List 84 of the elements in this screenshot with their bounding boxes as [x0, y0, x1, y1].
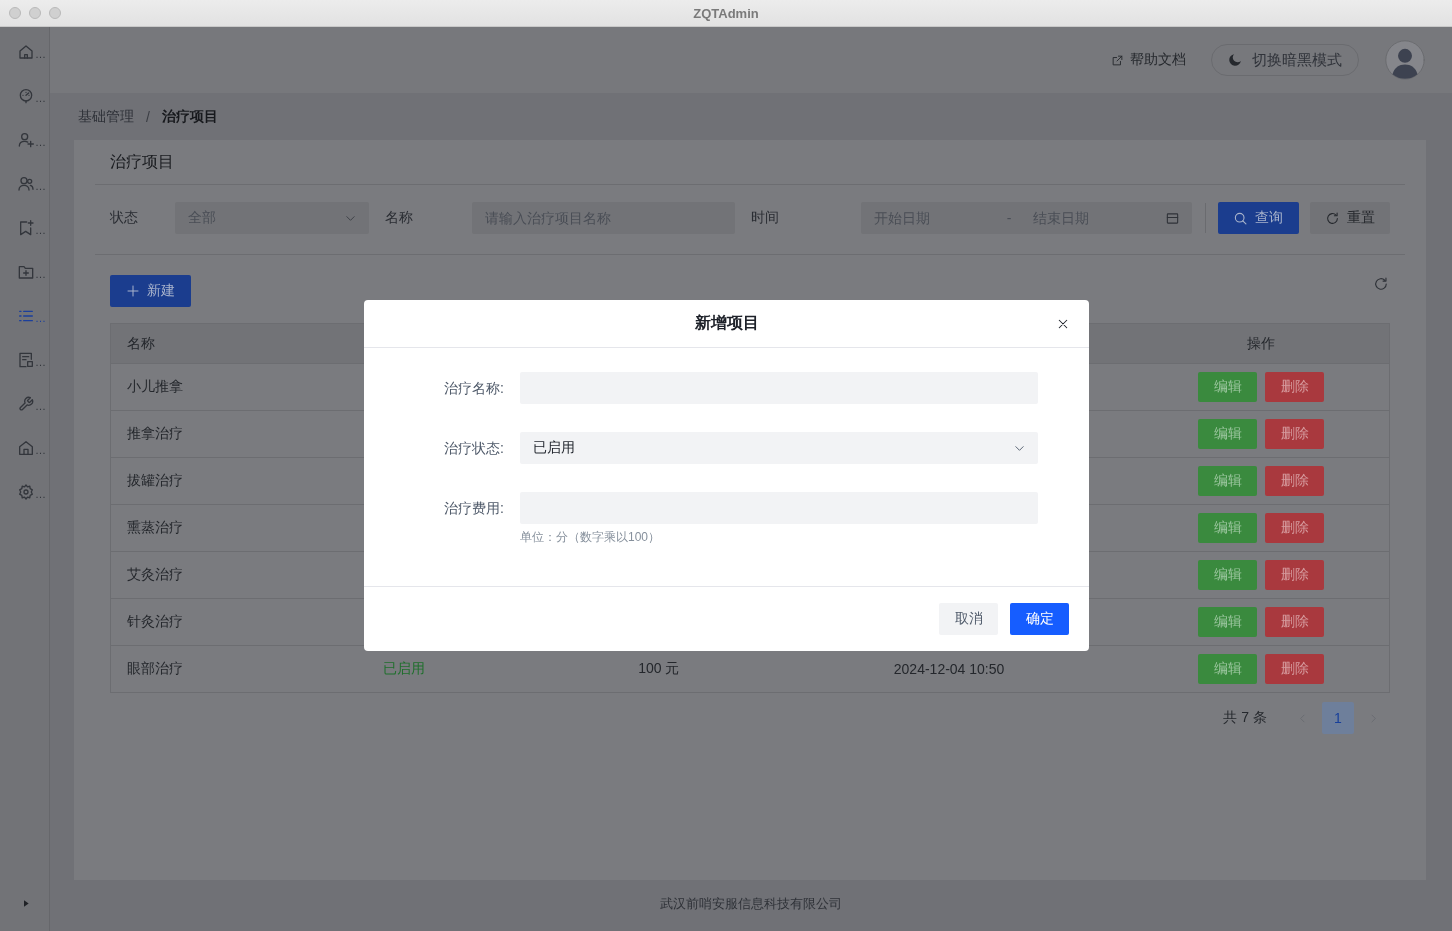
- external-link-icon: [1112, 54, 1123, 66]
- sidebar-item[interactable]: …: [0, 470, 49, 514]
- sidebar-item[interactable]: …: [0, 162, 49, 206]
- table-cell: 2024-12-04 10:50: [893, 661, 1005, 677]
- table-cell: 小儿推拿: [127, 378, 183, 396]
- delete-button[interactable]: 删除: [1265, 419, 1325, 449]
- calendar-icon[interactable]: [1166, 211, 1179, 225]
- settings-icon: [18, 484, 34, 500]
- edit-button[interactable]: 编辑: [1198, 372, 1258, 402]
- home-icon: [18, 44, 34, 60]
- plus-icon: [126, 285, 139, 297]
- total-count: 共 7 条: [1223, 709, 1267, 727]
- delete-button[interactable]: 删除: [1265, 372, 1325, 402]
- delete-button[interactable]: 删除: [1265, 607, 1325, 637]
- new-button[interactable]: 新建: [110, 275, 191, 307]
- gauge-icon: [18, 88, 34, 104]
- breadcrumb-link[interactable]: 基础管理: [78, 107, 134, 126]
- delete-button[interactable]: 删除: [1265, 560, 1325, 590]
- house-icon: [18, 440, 34, 456]
- table-cell: 推拿治疗: [127, 425, 183, 443]
- table-cell: 100 元: [638, 660, 680, 678]
- filter-label: 名称: [385, 209, 414, 227]
- delete-button[interactable]: 删除: [1265, 654, 1325, 684]
- bookmark-plus-icon: [18, 220, 34, 236]
- search-button[interactable]: 查询: [1218, 202, 1299, 234]
- user-avatar-icon[interactable]: [1385, 40, 1425, 80]
- edit-button[interactable]: 编辑: [1198, 607, 1258, 637]
- delete-button[interactable]: 删除: [1265, 466, 1325, 496]
- table-cell: 眼部治疗: [127, 660, 183, 678]
- edit-button[interactable]: 编辑: [1198, 419, 1258, 449]
- sidebar-item[interactable]: …: [0, 382, 49, 426]
- close-icon[interactable]: [1058, 318, 1068, 329]
- table-cell: 拔罐治疗: [127, 472, 183, 490]
- window-minimize-button[interactable]: [29, 7, 41, 19]
- window-zoom-button[interactable]: [49, 7, 61, 19]
- document-icon: [18, 352, 34, 368]
- delete-button[interactable]: 删除: [1265, 513, 1325, 543]
- sidebar-item[interactable]: …: [0, 74, 49, 118]
- cancel-button[interactable]: 取消: [939, 603, 998, 635]
- user-plus-icon: [18, 132, 34, 148]
- card-title: 治疗项目: [110, 151, 174, 172]
- refresh-icon: [1325, 211, 1339, 225]
- sidebar-item[interactable]: …: [0, 206, 49, 250]
- wrench-icon: [18, 396, 34, 412]
- table-cell: 针灸治疗: [127, 613, 183, 631]
- help-docs-link[interactable]: 帮助文档: [1112, 51, 1186, 69]
- breadcrumb-separator: /: [146, 108, 150, 125]
- search-icon: [1234, 211, 1247, 225]
- edit-button[interactable]: 编辑: [1198, 654, 1258, 684]
- sidebar-item[interactable]: …: [0, 30, 49, 74]
- status-text: 已启用: [382, 660, 425, 678]
- edit-button[interactable]: 编辑: [1198, 466, 1258, 496]
- sidebar-item[interactable]: …: [0, 250, 49, 294]
- filter-label: 时间: [751, 209, 780, 227]
- field-label: 治疗费用:: [443, 499, 504, 518]
- sidebar-item[interactable]: …: [0, 426, 49, 470]
- reset-button[interactable]: 重置: [1310, 202, 1390, 234]
- filter-label: 状态: [110, 209, 139, 227]
- table-cell: 艾灸治疗: [127, 566, 183, 584]
- field-label: 治疗状态:: [443, 439, 504, 458]
- moon-icon: [1228, 53, 1242, 67]
- field-hint: 单位：分（数字乘以100）: [520, 529, 662, 546]
- breadcrumb-current: 治疗项目: [161, 107, 218, 126]
- folder-plus-icon: [18, 264, 34, 280]
- users-icon: [18, 176, 34, 192]
- table-cell: 熏蒸治疗: [127, 519, 183, 537]
- refresh-icon[interactable]: [1374, 276, 1388, 291]
- confirm-button[interactable]: 确定: [1010, 603, 1069, 635]
- caret-right-icon[interactable]: [22, 899, 30, 908]
- field-label: 治疗名称:: [443, 379, 504, 398]
- modal-title: 新增项目: [694, 313, 759, 333]
- column-header: 名称: [127, 334, 155, 353]
- column-header: 操作: [1247, 334, 1276, 353]
- sidebar-item[interactable]: …: [0, 294, 49, 338]
- range-separator: -: [1006, 210, 1012, 226]
- status-select[interactable]: 已启用: [520, 432, 1038, 464]
- sidebar-item[interactable]: …: [0, 338, 49, 382]
- page-button[interactable]: 1: [1322, 702, 1354, 734]
- edit-button[interactable]: 编辑: [1198, 560, 1258, 590]
- window-close-button[interactable]: [9, 7, 21, 19]
- window-title: ZQTAdmin: [693, 5, 759, 21]
- sidebar-item[interactable]: …: [0, 118, 49, 162]
- list-icon: [18, 308, 34, 324]
- edit-button[interactable]: 编辑: [1198, 513, 1258, 543]
